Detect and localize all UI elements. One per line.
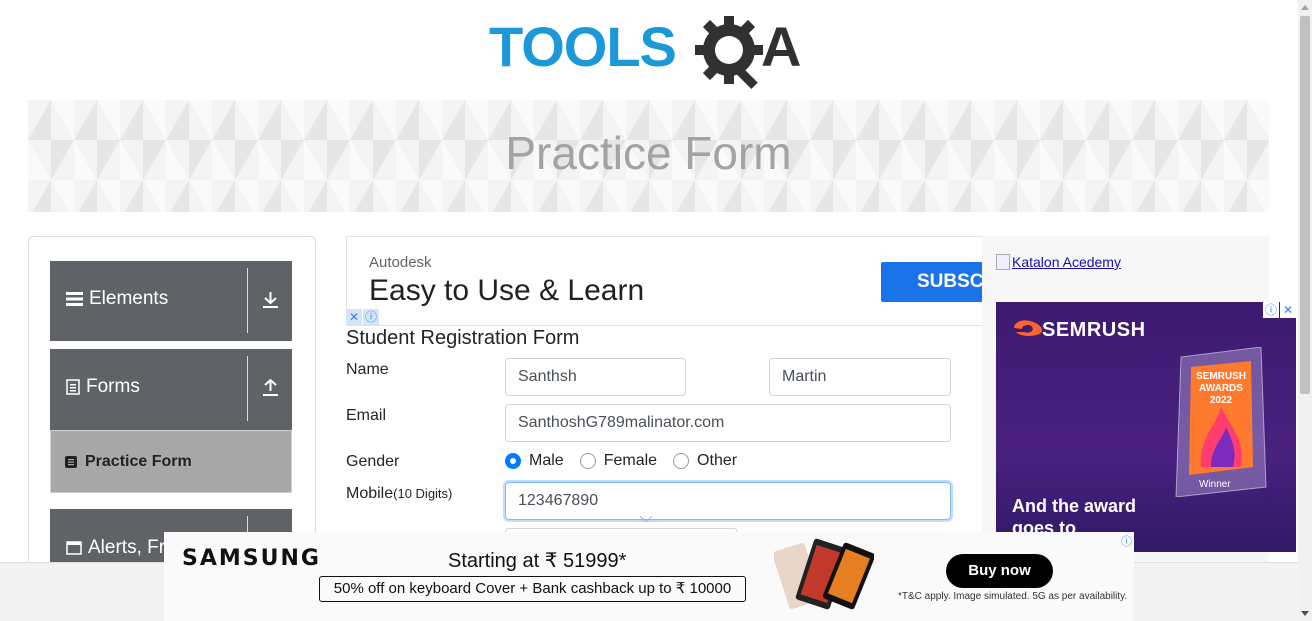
buy-now-button[interactable]: Buy now: [946, 554, 1053, 588]
ad-offer: 50% off on keyboard Cover + Bank cashbac…: [319, 576, 746, 602]
last-name-input[interactable]: Martin: [769, 358, 951, 396]
broken-image-icon: [996, 254, 1010, 270]
sidebar-group-label: Forms: [86, 376, 140, 397]
ad-subscribe-button[interactable]: SUBSC: [881, 262, 982, 302]
window-icon: [66, 541, 82, 555]
email-label: Email: [346, 407, 387, 424]
gender-female-option[interactable]: Female: [579, 452, 658, 470]
radio-other-label: Other: [697, 452, 738, 469]
ad-choices[interactable]: ⓘ ✕: [1262, 302, 1296, 318]
award-winner: Winner: [1199, 479, 1231, 490]
sidebar-item-practice-form[interactable]: Practice Form: [50, 430, 292, 493]
mobile-hint: (10 Digits): [393, 486, 453, 501]
close-icon[interactable]: ✕: [1280, 302, 1296, 318]
ad-price-line: Starting at ₹ 51999*: [448, 550, 627, 572]
award-line1: SEMRUSH: [1196, 371, 1246, 382]
svg-text:A: A: [761, 15, 801, 78]
svg-text:TOOLS: TOOLS: [489, 15, 676, 78]
katalon-ad-link[interactable]: Katalon Acedemy: [996, 254, 1121, 270]
name-label: Name: [346, 361, 389, 378]
first-name-input[interactable]: Santhsh: [505, 358, 686, 396]
mobile-label: Mobile(10 Digits): [346, 485, 452, 503]
gender-male-option[interactable]: Male: [505, 452, 564, 470]
page-banner: Practice Form: [28, 100, 1269, 212]
gender-label: Gender: [346, 453, 400, 470]
scroll-down-arrow-icon[interactable]: [1301, 611, 1309, 616]
semrush-flame-icon: [1014, 320, 1042, 336]
ad-headline: Easy to Use & Learn: [369, 274, 645, 307]
radio-other[interactable]: [673, 453, 690, 469]
phones-image: [774, 538, 874, 610]
chevron-down-icon: [640, 516, 652, 522]
mobile-input[interactable]: 123467890: [505, 482, 951, 520]
award-trophy-icon: SEMRUSH AWARDS 2022 Winner: [1175, 347, 1267, 497]
radio-male-label: Male: [529, 452, 564, 469]
sidebar-group-label: Alerts, Fr: [88, 537, 166, 558]
info-icon[interactable]: ⓘ: [1121, 533, 1132, 549]
divider: [247, 268, 248, 333]
radio-male[interactable]: [505, 453, 521, 469]
document-icon: [66, 379, 80, 395]
ad-brand: Autodesk: [369, 254, 432, 271]
email-input[interactable]: SanthoshG789malinator.com: [505, 404, 951, 442]
award-year: 2022: [1210, 395, 1233, 406]
page-scrollbar[interactable]: [1298, 0, 1312, 621]
divider: [247, 356, 248, 421]
form-title: Student Registration Form: [346, 327, 580, 349]
close-icon[interactable]: ✕: [346, 309, 362, 325]
katalon-alt-text: Katalon Acedemy: [1012, 254, 1121, 270]
autodesk-ad[interactable]: Autodesk Easy to Use & Learn SUBSC: [346, 236, 982, 326]
sidebar-group-elements[interactable]: Elements: [50, 261, 292, 341]
upload-arrow-icon[interactable]: [262, 378, 279, 402]
hamburger-icon: [66, 292, 83, 306]
semrush-brand: SEMRUSH: [1042, 319, 1146, 341]
toolsqa-logo-graphic: TOOLS A: [489, 15, 801, 90]
sidebar-item-label: Practice Form: [85, 452, 192, 470]
gender-other-option[interactable]: Other: [673, 452, 737, 470]
toolsqa-logo[interactable]: TOOLS A: [489, 14, 813, 92]
samsung-logo: SAMSUNG: [182, 546, 321, 571]
scroll-up-arrow-icon[interactable]: [1301, 5, 1309, 10]
page-title: Practice Form: [505, 127, 792, 179]
radio-female[interactable]: [579, 453, 596, 469]
form-icon: [65, 455, 77, 468]
mobile-label-text: Mobile: [346, 485, 394, 502]
award-line2: AWARDS: [1199, 383, 1243, 394]
semrush-ad[interactable]: SEMRUSH SEMRUSH AWARDS 2022 Winner And t…: [996, 302, 1296, 552]
scrollbar-thumb[interactable]: [1300, 16, 1310, 394]
download-arrow-icon[interactable]: [262, 291, 279, 314]
info-icon[interactable]: ⓘ: [1263, 302, 1279, 318]
gender-radio-group: Male Female Other: [505, 452, 753, 470]
radio-female-label: Female: [603, 452, 658, 469]
ad-fine-print: *T&C apply. Image simulated. 5G as per a…: [898, 591, 1128, 602]
samsung-ad[interactable]: SAMSUNG Starting at ₹ 51999* 50% off on …: [164, 532, 1134, 621]
semrush-tagline-1: And the award: [1012, 496, 1137, 516]
sidebar-group-label: Elements: [89, 288, 169, 309]
sidebar-group-forms[interactable]: Forms: [50, 349, 292, 430]
info-icon[interactable]: ⓘ: [363, 309, 379, 325]
ad-choices[interactable]: ✕ ⓘ: [346, 309, 380, 325]
